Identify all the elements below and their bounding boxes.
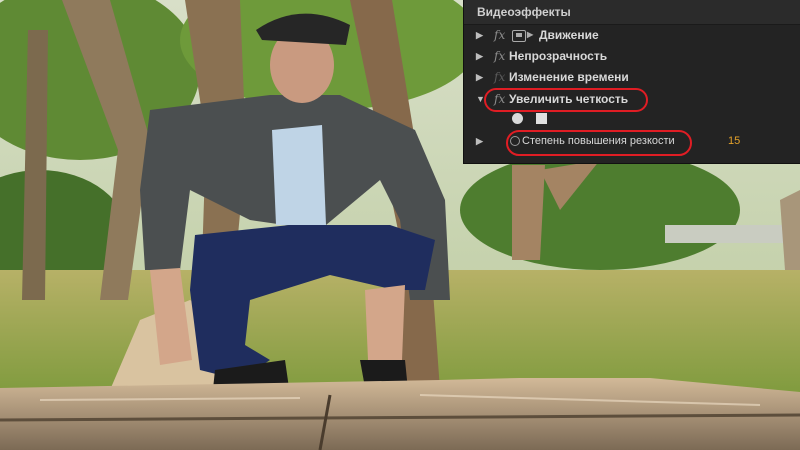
expand-triangle-icon[interactable]: ▶ (476, 130, 483, 152)
ellipse-mask-icon[interactable] (512, 113, 523, 124)
panel-title: Видеоэффекты (464, 0, 800, 25)
fx-icon[interactable]: fx (494, 66, 505, 88)
fx-icon[interactable]: fx (494, 24, 505, 46)
video-effects-panel: Видеоэффекты ▶ fx ▶ Движение ▶ fx Непроз… (463, 0, 800, 164)
rectangle-mask-icon[interactable] (536, 113, 547, 124)
expand-triangle-icon[interactable]: ▶ (476, 24, 483, 46)
effect-label: Изменение времени (509, 70, 629, 84)
effect-row-time-remapping[interactable]: ▶ fx Изменение времени (464, 66, 800, 88)
mask-tools (464, 110, 800, 128)
sharpen-amount-value[interactable]: 15 (728, 130, 740, 152)
fx-icon[interactable]: fx (494, 45, 505, 67)
effect-label: Движение (539, 28, 599, 42)
expand-triangle-icon[interactable]: ▶ (476, 45, 483, 67)
param-highlight (506, 130, 692, 156)
motion-arrow-icon: ▶ (527, 30, 534, 39)
effect-row-motion[interactable]: ▶ fx ▶ Движение (464, 24, 800, 46)
motion-transform-icon[interactable] (512, 30, 526, 42)
effect-label: Непрозрачность (509, 49, 608, 63)
expand-triangle-icon[interactable]: ▶ (476, 66, 483, 88)
sharpen-highlight (484, 88, 648, 112)
effect-row-opacity[interactable]: ▶ fx Непрозрачность (464, 45, 800, 67)
